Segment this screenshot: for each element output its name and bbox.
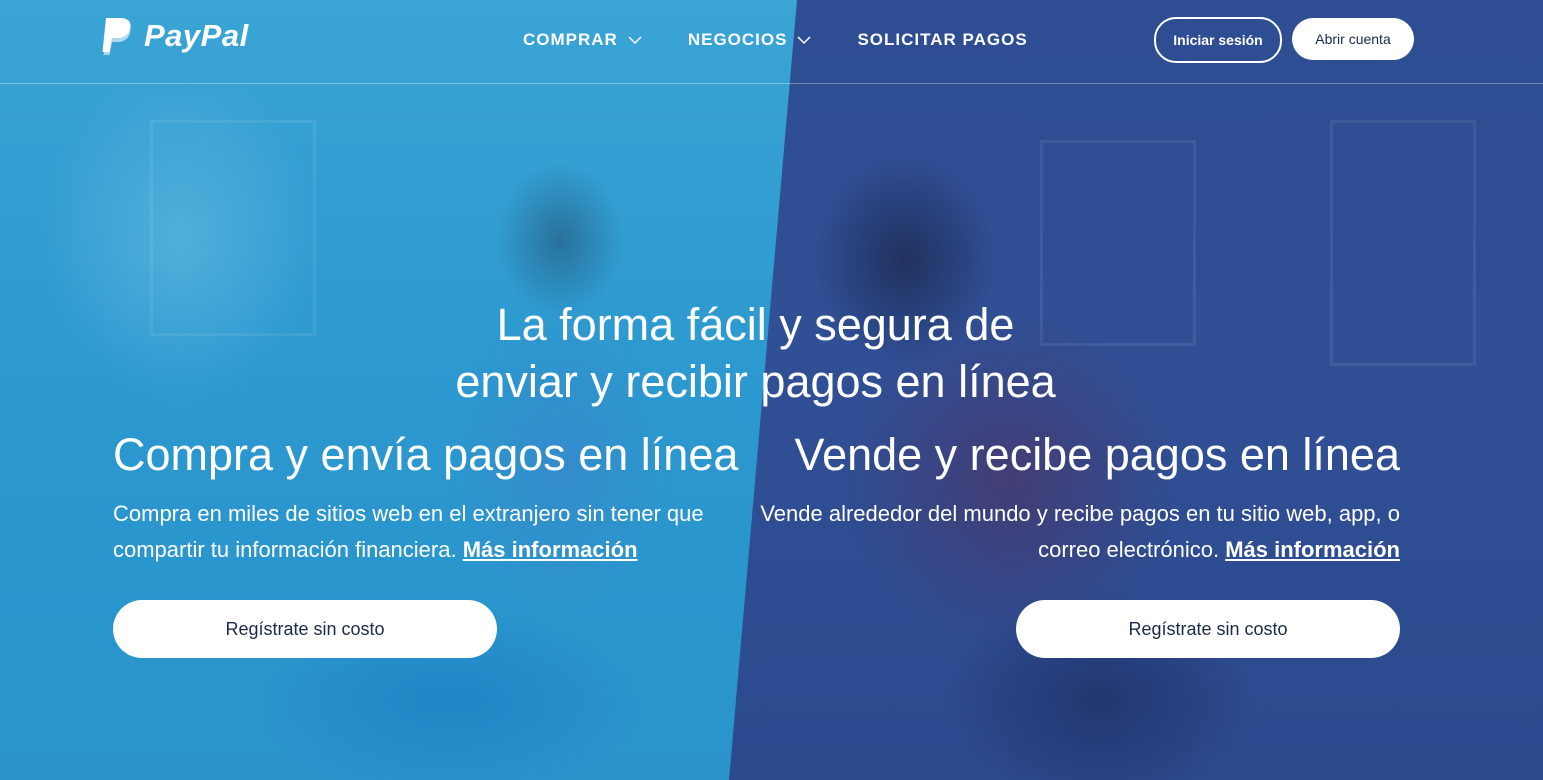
nav-item-label: NEGOCIOS [687, 30, 788, 49]
nav-item-negocios[interactable]: NEGOCIOS [688, 30, 812, 50]
login-button[interactable]: Iniciar sesión [1154, 17, 1282, 63]
paypal-logo[interactable]: PayPal [98, 16, 249, 56]
paypal-p-icon [102, 18, 131, 55]
chevron-down-icon [797, 36, 811, 45]
nav-item-label: SOLICITAR PAGOS [857, 30, 1028, 49]
chevron-down-icon [628, 36, 642, 45]
business-description: Vende alrededor del mundo y recibe pagos… [760, 496, 1400, 568]
business-title: Vende y recibe pagos en línea [794, 429, 1400, 480]
hero-headline-line-1: La forma fácil y segura de [496, 299, 1015, 351]
main-nav: COMPRAR NEGOCIOS SOLICITAR PAGOS [523, 30, 1074, 50]
business-more-info-link[interactable]: Más información [1225, 537, 1400, 562]
personal-register-button[interactable]: Regístrate sin costo [113, 600, 497, 658]
personal-description: Compra en miles de sitios web en el extr… [113, 496, 753, 568]
signup-button[interactable]: Abrir cuenta [1292, 18, 1414, 60]
brand-name: PayPal [144, 18, 249, 53]
hero-headline: La forma fácil y segura de enviar y reci… [0, 296, 1511, 410]
business-section: Vende y recibe pagos en línea Vende alre… [760, 424, 1400, 568]
nav-item-solicitar-pagos[interactable]: SOLICITAR PAGOS [857, 30, 1027, 50]
business-register-button[interactable]: Regístrate sin costo [1016, 600, 1400, 658]
personal-title: Compra y envía pagos en línea [113, 429, 739, 480]
personal-more-info-link[interactable]: Más información [463, 537, 638, 562]
hero-headline-line-2: enviar y recibir pagos en línea [455, 356, 1056, 408]
nav-item-comprar[interactable]: COMPRAR [523, 30, 642, 50]
personal-section: Compra y envía pagos en línea Compra en … [113, 424, 753, 568]
nav-item-label: COMPRAR [523, 30, 618, 49]
top-navigation-bar: PayPal COMPRAR NEGOCIOS SOLICITAR PAGOS … [0, 0, 1543, 84]
